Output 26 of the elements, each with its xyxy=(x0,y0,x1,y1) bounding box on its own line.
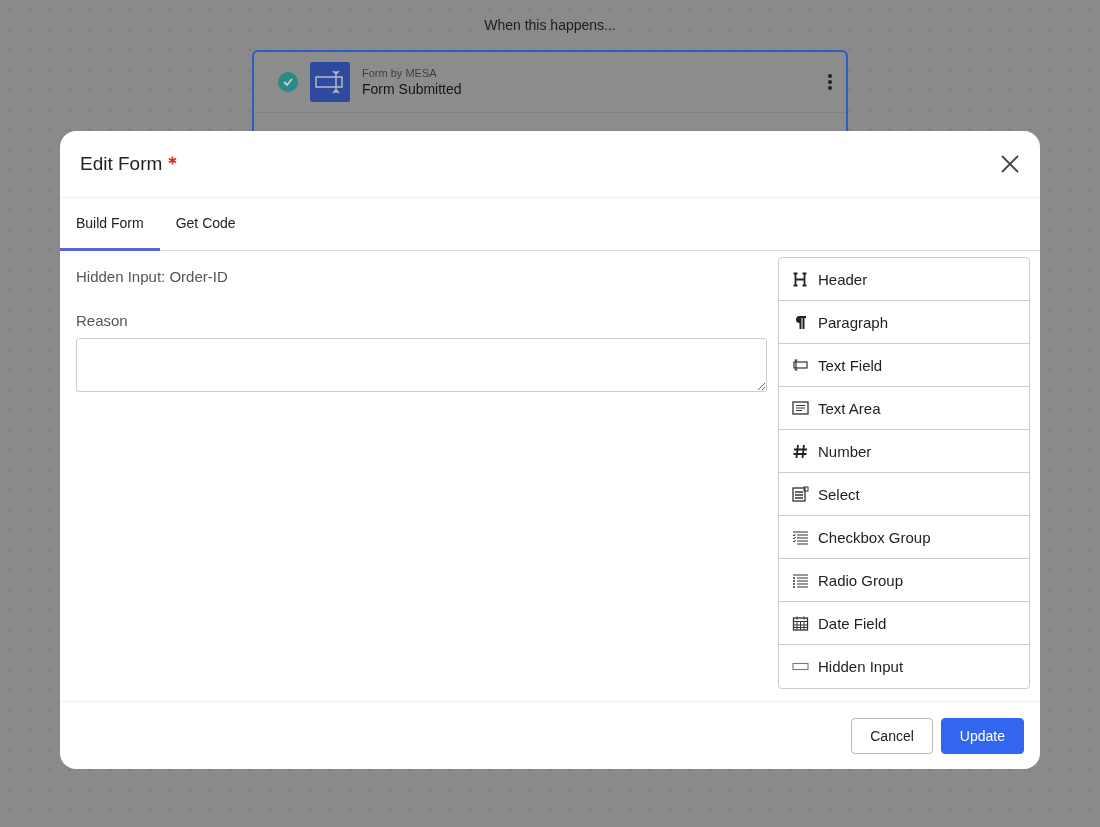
select-icon xyxy=(791,484,810,504)
more-options-icon[interactable] xyxy=(828,74,832,90)
palette-item[interactable]: Number xyxy=(779,430,1029,474)
palette-item[interactable]: Checkbox Group xyxy=(779,516,1029,560)
reason-input-field[interactable] xyxy=(76,338,767,393)
tab[interactable]: Build Form xyxy=(60,197,160,252)
palette-item[interactable]: Text Field xyxy=(779,344,1029,388)
text-area-icon xyxy=(791,398,810,418)
event-name: Form Submitted xyxy=(362,81,463,97)
palette-item[interactable]: Select xyxy=(779,473,1029,517)
palette-item[interactable]: Text Area xyxy=(779,387,1029,431)
field-label: Reason xyxy=(76,312,129,330)
update-button[interactable]: Update xyxy=(940,717,1024,754)
hidden-input-label: Hidden Input: Order-ID xyxy=(76,268,229,286)
palette-item[interactable]: Header xyxy=(779,258,1029,302)
section-heading: When this happens... xyxy=(484,17,616,33)
close-button[interactable] xyxy=(1000,153,1020,174)
cancel-button[interactable]: Cancel xyxy=(851,717,933,754)
palette-item[interactable]: Hidden Input xyxy=(779,645,1029,689)
tab[interactable]: Get Code xyxy=(159,197,252,252)
app-name: Form by MESA xyxy=(362,67,438,79)
palette-item[interactable]: Paragraph xyxy=(779,301,1029,345)
palette-item[interactable]: Radio Group xyxy=(779,559,1029,603)
dialog-title: Edit Form xyxy=(80,152,163,175)
form-app-icon xyxy=(310,62,350,102)
palette-item[interactable]: Date Field xyxy=(779,602,1029,646)
